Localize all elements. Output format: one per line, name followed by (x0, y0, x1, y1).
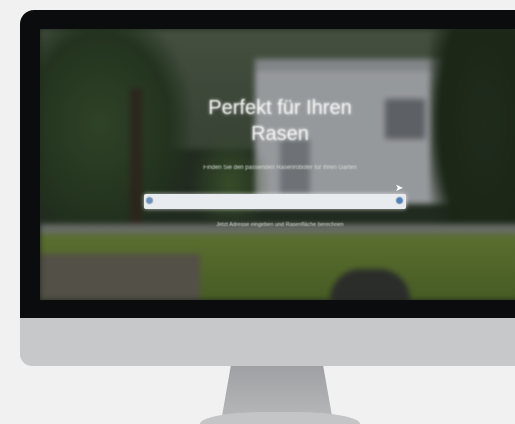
address-search-bar[interactable] (144, 194, 406, 209)
monitor: Perfekt für Ihren Rasen Finden Sie den p… (0, 0, 515, 424)
mouse-pointer-icon: ➤ (395, 183, 404, 194)
hero-subtitle: Finden Sie den passenden Rasenroboter fü… (203, 165, 357, 171)
screen: Perfekt für Ihren Rasen Finden Sie den p… (40, 29, 515, 300)
hero-section: Perfekt für Ihren Rasen Finden Sie den p… (40, 29, 515, 300)
location-pin-icon (146, 197, 153, 204)
hero-title-line-2: Rasen (251, 123, 309, 145)
hero-title: Perfekt für Ihren Rasen (130, 95, 430, 147)
hero-title-line-1: Perfekt für Ihren (208, 97, 352, 119)
hero-hint-text: Jetzt Adresse eingeben und Rasenfläche b… (216, 222, 344, 228)
monitor-stand-neck (222, 366, 332, 416)
locate-icon[interactable] (396, 197, 403, 204)
monitor-chin (20, 318, 515, 366)
monitor-stand-base (200, 412, 360, 424)
address-search-input[interactable] (156, 196, 390, 207)
